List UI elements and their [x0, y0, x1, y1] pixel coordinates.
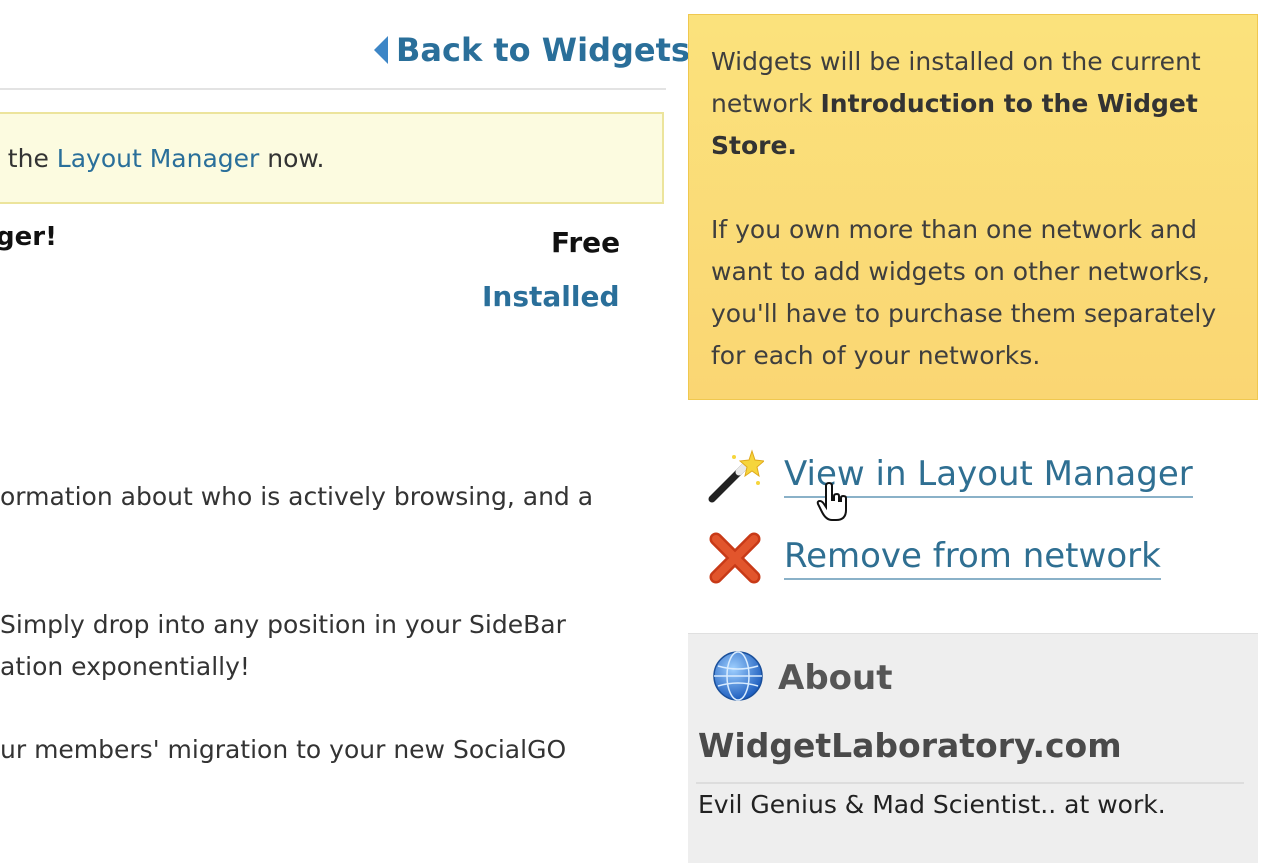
view-in-layout-manager-action[interactable]: View in Layout Manager: [706, 446, 1193, 506]
back-arrow-icon: [374, 36, 388, 64]
description-line: Simply drop into any position in your Si…: [0, 610, 566, 639]
notice-suffix: now.: [259, 143, 325, 173]
network-info-box: Widgets will be installed on the current…: [688, 14, 1258, 400]
install-notice: n the Layout Manager now.: [0, 112, 664, 204]
remove-from-network-action[interactable]: Remove from network: [706, 528, 1161, 588]
info-paragraph-1: Widgets will be installed on the current…: [711, 41, 1237, 167]
hand-cursor-icon: [816, 481, 850, 528]
info-paragraph-2: If you own more than one network and wan…: [711, 215, 1217, 370]
globe-icon: [712, 650, 764, 706]
back-link-label: Back to Widgets: [396, 31, 690, 69]
author-tagline: Evil Genius & Mad Scientist.. at work.: [698, 790, 1166, 819]
description-line: ormation about who is actively browsing,…: [0, 482, 594, 511]
description-line: ur members' migration to your new Social…: [0, 735, 567, 764]
widget-author: WidgetLaboratory.com: [698, 726, 1122, 765]
notice-prefix: n the: [0, 143, 49, 173]
red-x-icon: [706, 529, 764, 587]
remove-from-network-link[interactable]: Remove from network: [784, 536, 1161, 580]
widget-price: Free: [551, 226, 621, 259]
header-divider: [0, 88, 666, 90]
about-divider: [696, 782, 1244, 784]
about-header: About: [712, 650, 892, 706]
back-to-widgets-link[interactable]: Back to Widgets: [374, 28, 690, 72]
notice-text: n the Layout Manager now.: [0, 144, 324, 173]
about-title: About: [778, 658, 893, 698]
widget-title: ger!: [0, 222, 57, 252]
info-period: .: [787, 131, 797, 160]
description-line: ation exponentially!: [0, 652, 250, 681]
installed-status: Installed: [482, 280, 620, 313]
magic-wand-icon: [706, 447, 764, 505]
layout-manager-link[interactable]: Layout Manager: [57, 144, 260, 173]
